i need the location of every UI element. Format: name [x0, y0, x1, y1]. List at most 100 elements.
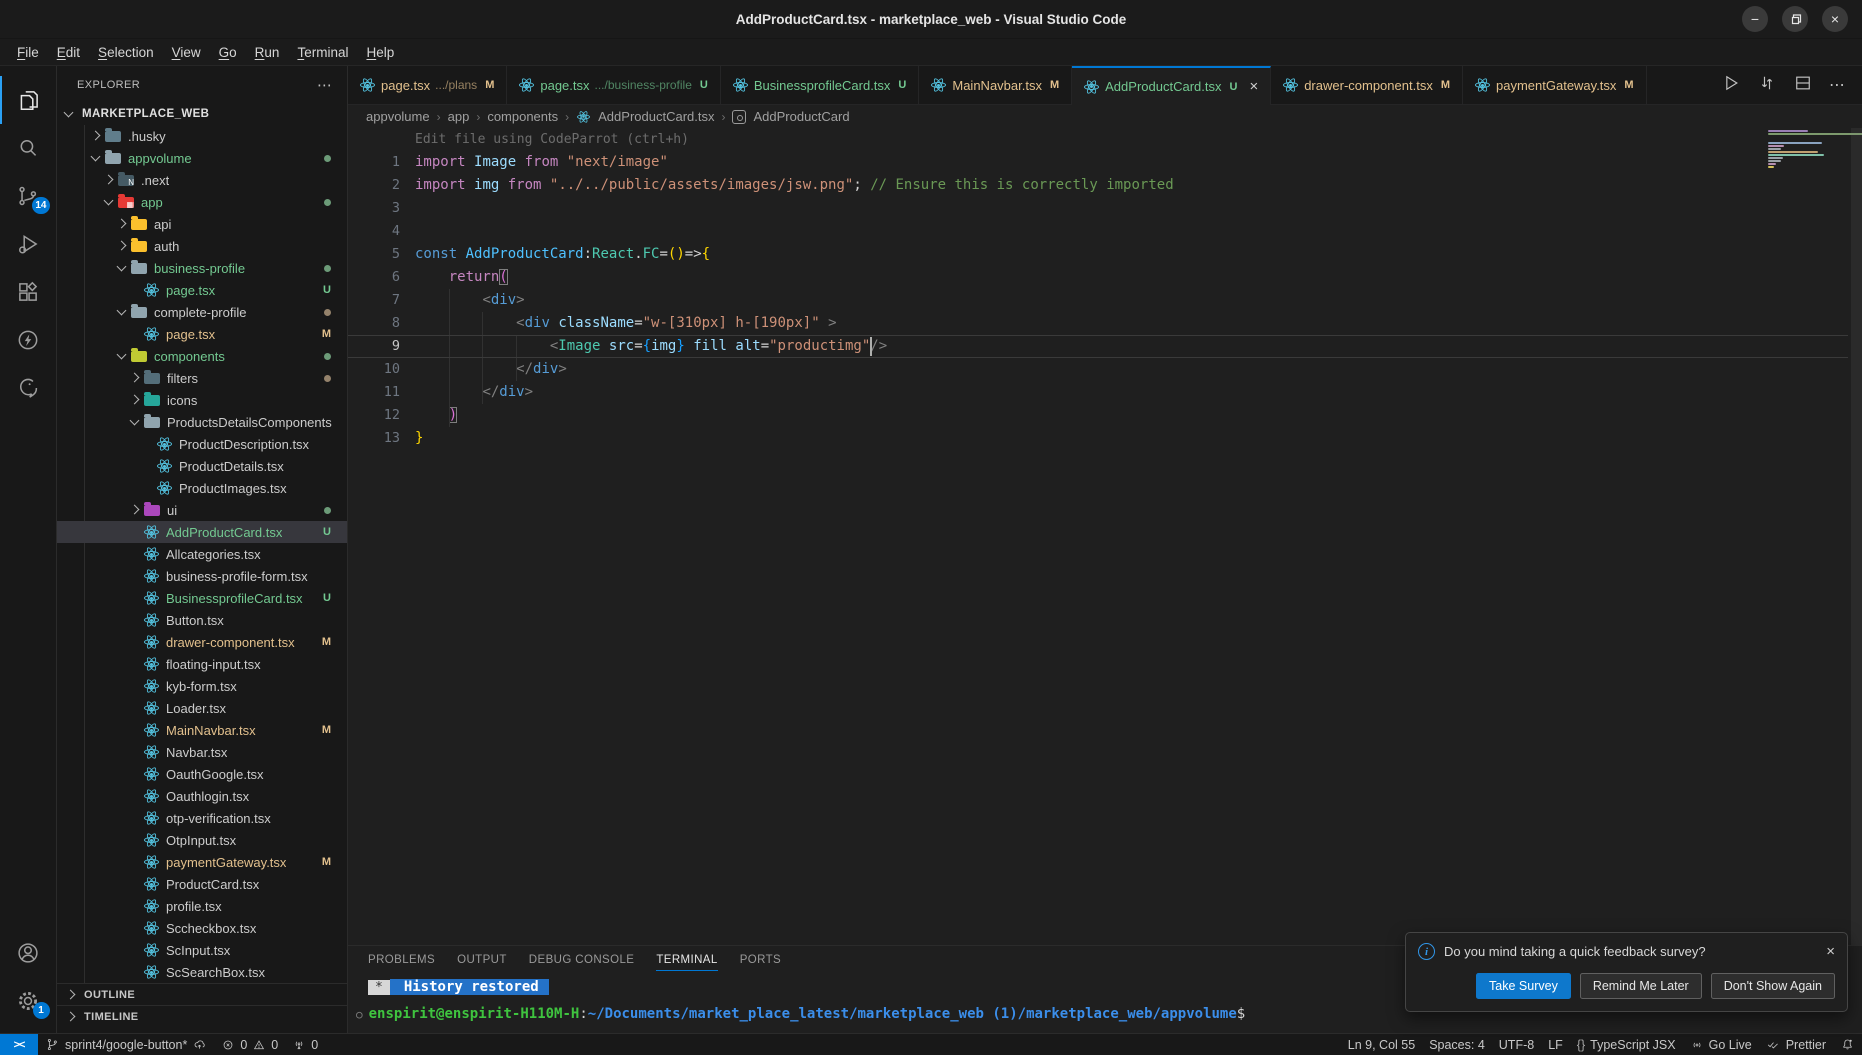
- remote-indicator[interactable]: ><: [0, 1034, 38, 1055]
- breadcrumb-folder[interactable]: app: [448, 109, 470, 124]
- run-debug-icon[interactable]: [0, 220, 57, 268]
- search-icon[interactable]: [0, 124, 57, 172]
- panel-tab-ports[interactable]: PORTS: [740, 954, 781, 971]
- close-tab-icon[interactable]: ×: [1249, 78, 1258, 95]
- restore-button[interactable]: [1782, 6, 1808, 32]
- tree-item-OtpInput.tsx[interactable]: OtpInput.tsx: [57, 829, 347, 851]
- thunder-client-icon[interactable]: [0, 316, 57, 364]
- tree-item-api[interactable]: api: [57, 213, 347, 235]
- tree-item-ui[interactable]: ui: [57, 499, 347, 521]
- panel-tab-debug-console[interactable]: DEBUG CONSOLE: [529, 954, 635, 971]
- tree-item-ProductDetails.tsx[interactable]: ProductDetails.tsx: [57, 455, 347, 477]
- account-icon[interactable]: [0, 929, 57, 977]
- encoding-item[interactable]: UTF-8: [1492, 1034, 1541, 1055]
- tree-item-.husky[interactable]: .husky: [57, 125, 347, 147]
- explorer-more-actions-icon[interactable]: ⋯: [317, 76, 333, 94]
- breadcrumb-folder[interactable]: appvolume: [366, 109, 430, 124]
- go-live-item[interactable]: Go Live: [1683, 1034, 1759, 1055]
- menu-help[interactable]: Help: [357, 42, 403, 63]
- run-or-debug-icon[interactable]: [1757, 73, 1777, 98]
- menu-go[interactable]: Go: [210, 42, 246, 63]
- panel-tab-problems[interactable]: PROBLEMS: [368, 954, 435, 971]
- remind-me-later-button[interactable]: Remind Me Later: [1580, 973, 1702, 999]
- outline-section[interactable]: OUTLINE: [57, 983, 347, 1005]
- tree-item-business-profile[interactable]: business-profile: [57, 257, 347, 279]
- panel-tab-output[interactable]: OUTPUT: [457, 954, 507, 971]
- close-window-button[interactable]: ×: [1822, 6, 1848, 32]
- close-notification-icon[interactable]: ×: [1826, 943, 1835, 960]
- tree-item-Oauthlogin.tsx[interactable]: Oauthlogin.tsx: [57, 785, 347, 807]
- take-survey-button[interactable]: Take Survey: [1476, 973, 1571, 999]
- notifications-item[interactable]: [1833, 1034, 1862, 1055]
- tree-item-profile.tsx[interactable]: profile.tsx: [57, 895, 347, 917]
- split-editor-icon[interactable]: [1793, 73, 1813, 98]
- menu-terminal[interactable]: Terminal: [288, 42, 357, 63]
- run-file-icon[interactable]: [1721, 73, 1741, 98]
- language-mode-item[interactable]: {}TypeScript JSX: [1570, 1034, 1683, 1055]
- git-branch-item[interactable]: sprint4/google-button*: [38, 1034, 214, 1055]
- tree-item-floating-input.tsx[interactable]: floating-input.tsx: [57, 653, 347, 675]
- ports-item[interactable]: 0: [285, 1034, 325, 1055]
- tree-item-otp-verification.tsx[interactable]: otp-verification.tsx: [57, 807, 347, 829]
- source-control-icon[interactable]: 14: [0, 172, 57, 220]
- tree-item-appvolume[interactable]: appvolume: [57, 147, 347, 169]
- breadcrumb-symbol[interactable]: AddProductCard: [753, 109, 849, 124]
- tree-item-app[interactable]: ▦app: [57, 191, 347, 213]
- tab-page.tsx[interactable]: page.tsx.../plansM: [348, 66, 507, 104]
- tree-item-Loader.tsx[interactable]: Loader.tsx: [57, 697, 347, 719]
- menu-selection[interactable]: Selection: [89, 42, 163, 63]
- tree-item-ScInput.tsx[interactable]: ScInput.tsx: [57, 939, 347, 961]
- tree-item-Button.tsx[interactable]: Button.tsx: [57, 609, 347, 631]
- tree-item-filters[interactable]: filters: [57, 367, 347, 389]
- menu-view[interactable]: View: [163, 42, 210, 63]
- codeparrot-icon[interactable]: [0, 364, 57, 412]
- menu-run[interactable]: Run: [246, 42, 289, 63]
- tree-item-ProductDescription.tsx[interactable]: ProductDescription.tsx: [57, 433, 347, 455]
- tree-item-Allcategories.tsx[interactable]: Allcategories.tsx: [57, 543, 347, 565]
- tab-AddProductCard.tsx[interactable]: AddProductCard.tsxU×: [1072, 66, 1271, 105]
- tree-item-icons[interactable]: icons: [57, 389, 347, 411]
- tree-item-drawer-component.tsx[interactable]: drawer-component.tsxM: [57, 631, 347, 653]
- more-actions-icon[interactable]: ⋯: [1829, 75, 1846, 95]
- prettier-item[interactable]: Prettier: [1759, 1034, 1833, 1055]
- tree-item-page.tsx[interactable]: page.tsxU: [57, 279, 347, 301]
- tree-item-page.tsx[interactable]: page.tsxM: [57, 323, 347, 345]
- tree-item-auth[interactable]: auth: [57, 235, 347, 257]
- tab-drawer-component.tsx[interactable]: drawer-component.tsxM: [1271, 66, 1463, 104]
- explorer-icon[interactable]: [0, 76, 57, 124]
- tab-BusinessprofileCard.tsx[interactable]: BusinessprofileCard.tsxU: [721, 66, 920, 104]
- dont-show-again-button[interactable]: Don't Show Again: [1711, 973, 1835, 999]
- tree-item-Navbar.tsx[interactable]: Navbar.tsx: [57, 741, 347, 763]
- tree-item-BusinessprofileCard.tsx[interactable]: BusinessprofileCard.tsxU: [57, 587, 347, 609]
- eol-item[interactable]: LF: [1541, 1034, 1570, 1055]
- tree-item-paymentGateway.tsx[interactable]: paymentGateway.tsxM: [57, 851, 347, 873]
- tree-item-ProductsDetailsComponents[interactable]: ProductsDetailsComponents: [57, 411, 347, 433]
- tree-item-Sccheckbox.tsx[interactable]: Sccheckbox.tsx: [57, 917, 347, 939]
- tree-item-ProductCard.tsx[interactable]: ProductCard.tsx: [57, 873, 347, 895]
- minimize-button[interactable]: −: [1742, 6, 1768, 32]
- tree-item-business-profile-form.tsx[interactable]: business-profile-form.tsx: [57, 565, 347, 587]
- workspace-root[interactable]: MARKETPLACE_WEB: [57, 103, 347, 125]
- editor-scrollbar[interactable]: [1851, 128, 1862, 945]
- breadcrumb-file[interactable]: AddProductCard.tsx: [598, 109, 714, 124]
- breadcrumb-folder[interactable]: components: [487, 109, 558, 124]
- timeline-section[interactable]: TIMELINE: [57, 1005, 347, 1027]
- tree-item-.next[interactable]: N.next: [57, 169, 347, 191]
- cursor-position-item[interactable]: Ln 9, Col 55: [1341, 1034, 1422, 1055]
- minimap[interactable]: [1768, 130, 1846, 168]
- tree-item-kyb-form.tsx[interactable]: kyb-form.tsx: [57, 675, 347, 697]
- tab-paymentGateway.tsx[interactable]: paymentGateway.tsxM: [1463, 66, 1647, 104]
- code-editor[interactable]: Edit file using CodeParrot (ctrl+h) 1imp…: [348, 128, 1862, 945]
- tree-item-complete-profile[interactable]: complete-profile: [57, 301, 347, 323]
- extensions-icon[interactable]: [0, 268, 57, 316]
- panel-tab-terminal[interactable]: TERMINAL: [656, 954, 717, 971]
- menu-edit[interactable]: Edit: [48, 42, 89, 63]
- tree-item-ProductImages.tsx[interactable]: ProductImages.tsx: [57, 477, 347, 499]
- tree-item-OauthGoogle.tsx[interactable]: OauthGoogle.tsx: [57, 763, 347, 785]
- tree-item-ScSearchBox.tsx[interactable]: ScSearchBox.tsx: [57, 961, 347, 983]
- menu-file[interactable]: File: [8, 42, 48, 63]
- settings-gear-icon[interactable]: 1: [0, 977, 57, 1025]
- tab-MainNavbar.tsx[interactable]: MainNavbar.tsxM: [919, 66, 1072, 104]
- problems-item[interactable]: 0 0: [214, 1034, 285, 1055]
- indentation-item[interactable]: Spaces: 4: [1422, 1034, 1492, 1055]
